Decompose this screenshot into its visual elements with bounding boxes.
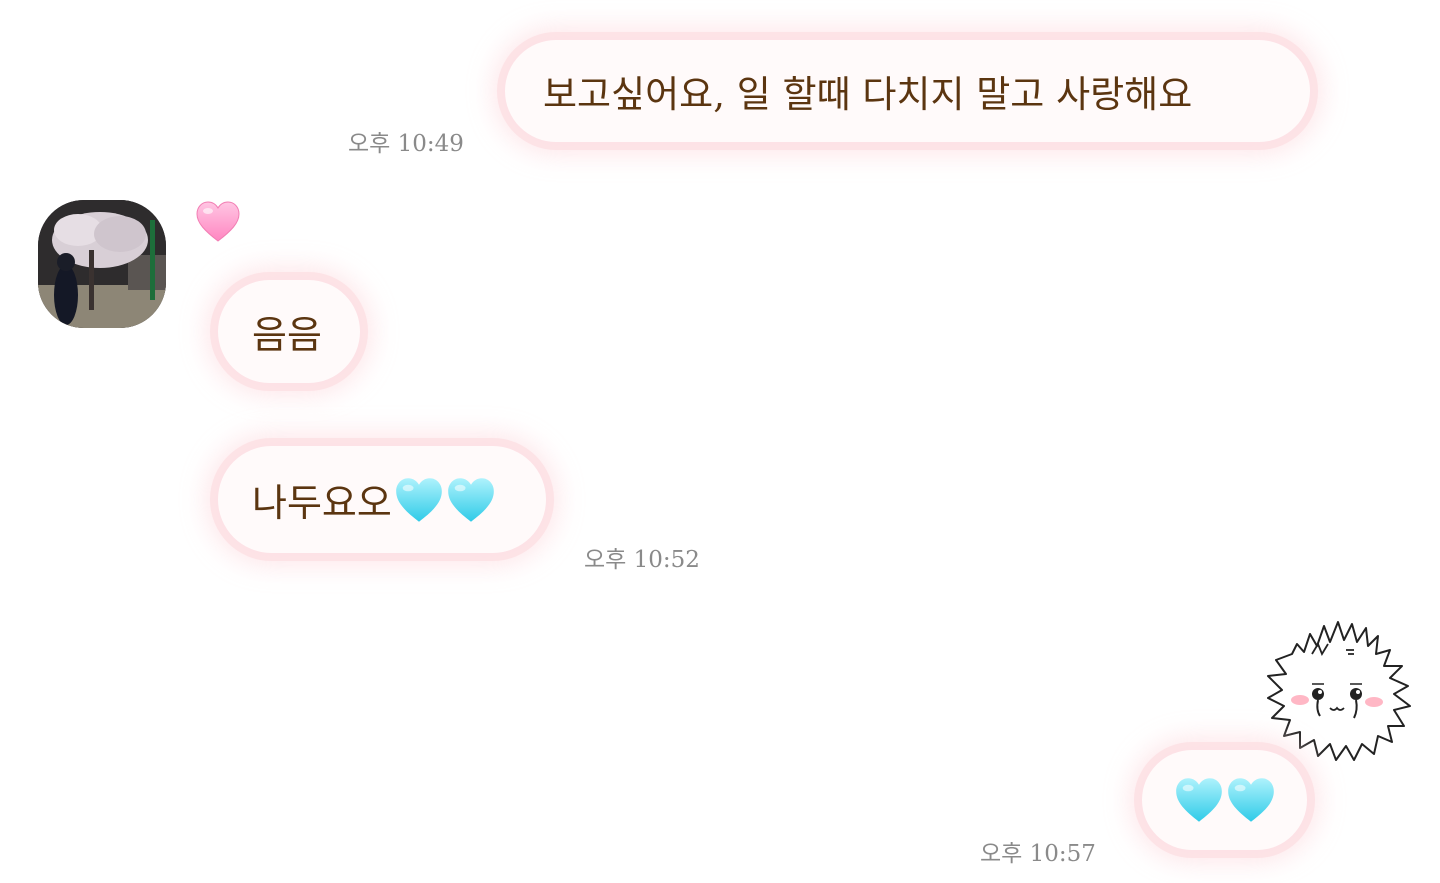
crying-fluffy-creature-sticker[interactable] <box>1262 614 1417 769</box>
message-bubble-sent[interactable] <box>1142 750 1307 850</box>
message-timestamp: 오후 10:49 <box>348 131 464 157</box>
avatar-photo <box>38 200 166 328</box>
light-blue-heart-icon <box>1176 778 1222 822</box>
light-blue-heart-icon <box>396 477 442 522</box>
message-bubble-received[interactable]: 나두요오 <box>218 446 546 553</box>
message-bubble-received[interactable]: 음음 <box>218 280 360 383</box>
message-text: 나두요오 <box>252 481 392 525</box>
message-timestamp: 오후 10:52 <box>584 547 700 573</box>
message-bubble-sent[interactable]: 보고싶어요, 일 할때 다치지 말고 사랑해요 <box>505 40 1310 142</box>
light-blue-heart-icon <box>448 477 494 522</box>
pink-heart-icon <box>196 201 240 242</box>
message-text: 보고싶어요, 일 할때 다치지 말고 사랑해요 <box>543 73 1193 116</box>
avatar[interactable] <box>38 200 166 328</box>
message-timestamp: 오후 10:57 <box>980 841 1096 867</box>
light-blue-heart-icon <box>1228 778 1274 822</box>
message-text: 음음 <box>252 313 322 357</box>
